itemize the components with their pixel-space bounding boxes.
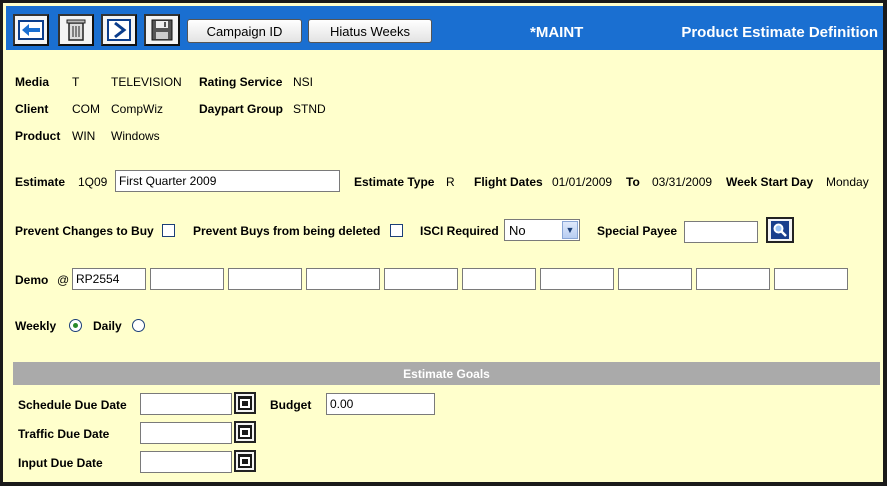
delete-button[interactable] — [58, 14, 94, 46]
calendar-icon — [238, 454, 252, 468]
estimate-type-value: R — [446, 175, 455, 189]
media-label: Media — [15, 75, 50, 89]
daily-label: Daily — [93, 319, 122, 333]
page-title: Product Estimate Definition — [681, 24, 878, 41]
daypart-group-value: STND — [293, 102, 326, 116]
product-label: Product — [15, 129, 61, 143]
next-button[interactable] — [101, 14, 137, 46]
chevron-down-icon[interactable]: ▼ — [562, 221, 578, 239]
demo-label: Demo — [15, 273, 49, 287]
client-name: CompWiz — [111, 102, 164, 116]
input-calendar-button[interactable] — [234, 450, 256, 472]
rating-service-label: Rating Service — [199, 75, 283, 89]
input-due-date-label: Input Due Date — [18, 456, 103, 470]
demo-at-symbol: @ — [57, 273, 70, 287]
week-start-day-value: Monday — [826, 175, 869, 189]
demo-input-10[interactable] — [774, 268, 848, 290]
flight-start-date: 01/01/2009 — [552, 175, 613, 189]
arrow-left-icon — [18, 20, 44, 40]
isci-required-select[interactable]: No ▼ — [504, 219, 580, 241]
traffic-due-date-label: Traffic Due Date — [18, 427, 110, 441]
schedule-due-date-input[interactable] — [140, 393, 232, 415]
back-button[interactable] — [13, 14, 49, 46]
isci-required-value: No — [509, 223, 526, 238]
demo-input-7[interactable] — [540, 268, 614, 290]
estimate-name-input[interactable]: First Quarter 2009 — [115, 170, 340, 192]
media-name: TELEVISION — [111, 75, 182, 89]
floppy-disk-icon — [151, 19, 173, 41]
estimate-code: 1Q09 — [78, 175, 108, 189]
trash-icon — [66, 19, 86, 41]
isci-required-label: ISCI Required — [420, 224, 499, 238]
estimate-label: Estimate — [15, 175, 66, 189]
chevron-right-icon — [107, 19, 131, 41]
week-start-day-label: Week Start Day — [726, 175, 814, 189]
input-due-date-input[interactable] — [140, 451, 232, 473]
demo-input-3[interactable] — [228, 268, 302, 290]
traffic-calendar-button[interactable] — [234, 421, 256, 443]
demo-input-5[interactable] — [384, 268, 458, 290]
mode-indicator: *MAINT — [530, 24, 584, 41]
calendar-icon — [238, 425, 252, 439]
media-code: T — [72, 75, 80, 89]
product-code: WIN — [72, 129, 96, 143]
client-code: COM — [72, 102, 100, 116]
demo-input-9[interactable] — [696, 268, 770, 290]
client-label: Client — [15, 102, 49, 116]
special-payee-input[interactable] — [684, 221, 758, 243]
rating-service-value: NSI — [293, 75, 314, 89]
special-payee-label: Special Payee — [597, 224, 678, 238]
budget-input[interactable]: 0.00 — [326, 393, 435, 415]
prevent-delete-label: Prevent Buys from being deleted — [193, 224, 381, 238]
demo-input-2[interactable] — [150, 268, 224, 290]
estimate-goals-header: Estimate Goals — [13, 362, 880, 385]
payee-search-button[interactable] — [766, 217, 794, 243]
daypart-group-label: Daypart Group — [199, 102, 284, 116]
demo-input-6[interactable] — [462, 268, 536, 290]
demo-input-1[interactable]: RP2554 — [72, 268, 146, 290]
traffic-due-date-input[interactable] — [140, 422, 232, 444]
flight-dates-label: Flight Dates — [474, 175, 543, 189]
product-name: Windows — [111, 129, 160, 143]
prevent-changes-label: Prevent Changes to Buy — [15, 224, 154, 238]
demo-input-4[interactable] — [306, 268, 380, 290]
campaign-id-button[interactable]: Campaign ID — [187, 19, 302, 43]
main-window: Campaign ID Hiatus Weeks *MAINT Product … — [0, 0, 887, 486]
weekly-radio[interactable] — [69, 319, 82, 332]
schedule-calendar-button[interactable] — [234, 392, 256, 414]
prevent-changes-checkbox[interactable] — [162, 224, 175, 237]
hiatus-weeks-button[interactable]: Hiatus Weeks — [308, 19, 432, 43]
demo-input-8[interactable] — [618, 268, 692, 290]
weekly-label: Weekly — [15, 319, 57, 333]
calendar-icon — [238, 396, 252, 410]
flight-to-label: To — [626, 175, 640, 189]
prevent-delete-checkbox[interactable] — [390, 224, 403, 237]
magnifier-icon — [771, 221, 789, 239]
flight-end-date: 03/31/2009 — [652, 175, 713, 189]
save-button[interactable] — [144, 14, 180, 46]
toolbar: Campaign ID Hiatus Weeks *MAINT Product … — [6, 6, 883, 50]
schedule-due-date-label: Schedule Due Date — [18, 398, 127, 412]
budget-label: Budget — [270, 398, 312, 412]
estimate-type-label: Estimate Type — [354, 175, 435, 189]
daily-radio[interactable] — [132, 319, 145, 332]
